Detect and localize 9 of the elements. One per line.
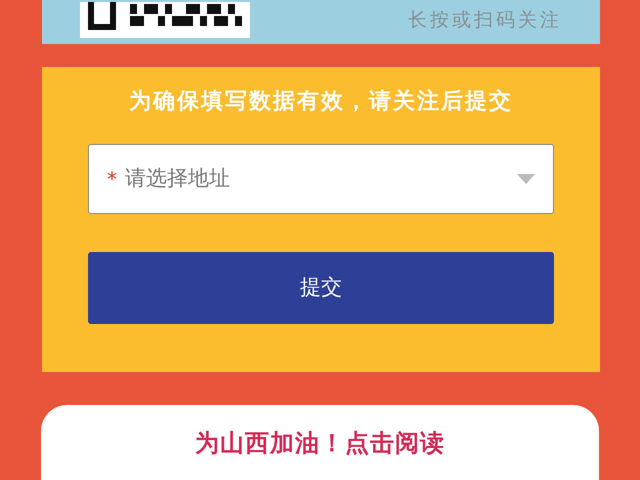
submit-button[interactable]: 提交: [88, 252, 554, 324]
required-mark: *: [107, 166, 117, 193]
follow-caption: 长按或扫码关注: [408, 11, 562, 33]
qr-code-icon: [80, 2, 250, 38]
select-placeholder: 请选择地址: [125, 165, 231, 192]
form-title: 为确保填写数据有效，请关注后提交: [129, 88, 513, 116]
dropdown-caret-icon: [517, 174, 535, 184]
address-select[interactable]: * 请选择地址: [88, 144, 554, 214]
article-link[interactable]: 为山西加油！点击阅读: [195, 425, 445, 461]
